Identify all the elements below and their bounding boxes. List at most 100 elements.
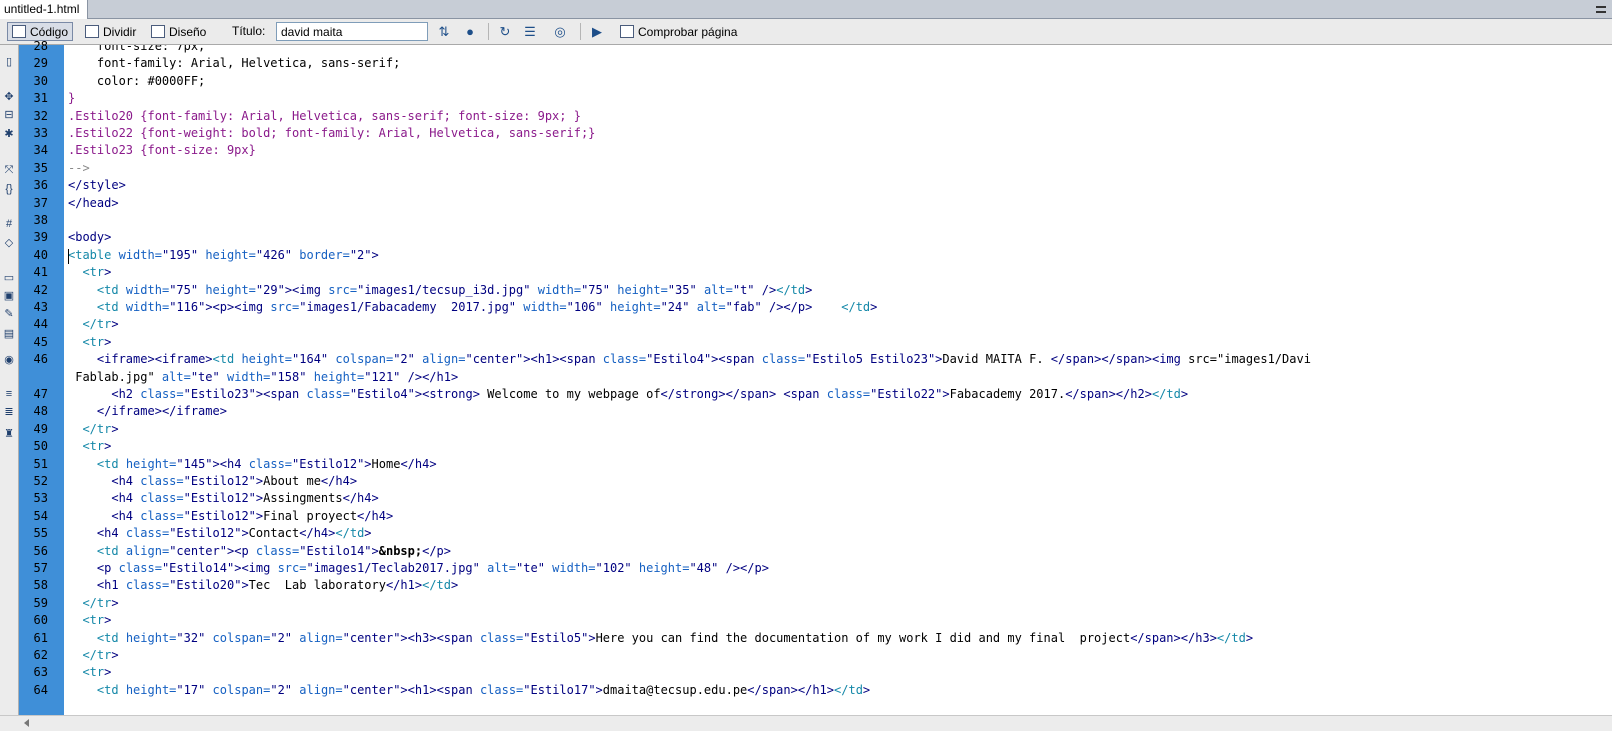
code-line[interactable]: } [68, 89, 75, 107]
indent-code-icon[interactable]: ≡ [2, 387, 16, 401]
view-options-icon[interactable]: ☰ [522, 24, 538, 40]
code-line[interactable]: <h4 class="Estilo12">About me</h4> [68, 472, 357, 490]
code-line[interactable]: <table width="195" height="426" border="… [68, 246, 379, 264]
code-line[interactable]: <td width="116"><p><img src="images1/Fab… [68, 298, 877, 316]
code-line[interactable]: <td width="75" height="29"><img src="ima… [68, 281, 812, 299]
code-line[interactable]: </tr> [68, 420, 118, 438]
line-number: 53 [33, 491, 48, 506]
line-number: 60 [33, 613, 48, 628]
collapse-full-tag-icon[interactable]: ✱ [2, 127, 16, 141]
remove-comment-icon[interactable]: ▣ [2, 289, 16, 303]
line-number: 58 [33, 578, 48, 593]
file-management-icon[interactable]: ⇅ [436, 24, 452, 40]
code-line[interactable]: <h4 class="Estilo12">Final proyect</h4> [68, 507, 393, 525]
code-line[interactable]: <tr> [68, 437, 111, 455]
code-line[interactable]: </tr> [68, 594, 118, 612]
expand-all-icon[interactable]: ✥ [2, 90, 16, 104]
visual-aids-icon[interactable]: ◎ [552, 24, 568, 40]
preview-in-browser-icon[interactable]: ● [462, 24, 478, 40]
code-line[interactable]: .Estilo20 {font-family: Arial, Helvetica… [68, 107, 581, 125]
split-view-icon [85, 25, 99, 38]
line-number: 51 [33, 456, 48, 471]
line-number: 32 [33, 108, 48, 123]
line-number: 37 [33, 195, 48, 210]
refresh-icon[interactable]: ↻ [497, 24, 513, 40]
code-line[interactable]: <tr> [68, 611, 111, 629]
outdent-code-icon[interactable]: ≣ [2, 405, 16, 419]
code-line[interactable]: <h4 class="Estilo12">Assingments</h4> [68, 489, 378, 507]
check-page-button[interactable]: Comprobar página [615, 22, 742, 41]
line-number: 52 [33, 474, 48, 488]
line-number: 45 [33, 334, 48, 349]
code-line[interactable]: <body> [68, 228, 111, 246]
code-line[interactable]: .Estilo23 {font-size: 9px} [68, 141, 256, 159]
collapse-selection-icon[interactable]: ⊟ [2, 108, 16, 122]
code-line[interactable]: <h2 class="Estilo23"><span class="Estilo… [68, 385, 1188, 403]
line-number: 28 [33, 39, 48, 53]
line-number: 55 [33, 526, 48, 541]
toolbar-divider [488, 23, 489, 40]
highlight-invalid-code-icon[interactable]: ◇ [2, 236, 16, 250]
code-line[interactable]: <iframe><iframe><td height="164" colspan… [68, 350, 1311, 368]
move-css-icon[interactable]: ◉ [2, 353, 16, 367]
line-number: 49 [33, 421, 48, 436]
code-editor[interactable]: font-size: 7px; font-family: Arial, Helv… [68, 45, 1612, 715]
code-line[interactable]: <tr> [68, 333, 111, 351]
horizontal-scrollbar[interactable] [0, 715, 1612, 731]
code-line[interactable]: <td align="center"><p class="Estilo14">&… [68, 542, 451, 560]
balance-braces-icon[interactable]: {} [2, 182, 16, 196]
design-view-button[interactable]: Diseño [146, 22, 211, 41]
line-number: 61 [33, 630, 48, 645]
line-number: 29 [33, 56, 48, 71]
wrap-tag-icon[interactable]: ✎ [2, 307, 16, 321]
apply-comment-icon[interactable]: ▭ [2, 271, 16, 285]
code-line[interactable]: <h1 class="Estilo20">Tec Lab laboratory<… [68, 576, 458, 594]
code-line[interactable]: .Estilo22 {font-weight: bold; font-famil… [68, 124, 595, 142]
code-line[interactable]: </head> [68, 194, 119, 212]
code-line[interactable]: font-family: Arial, Helvetica, sans-seri… [68, 54, 400, 72]
recent-snippets-icon[interactable]: ▤ [2, 327, 16, 341]
window-options-icon[interactable] [1596, 5, 1606, 15]
scroll-left-icon[interactable] [24, 719, 29, 727]
code-line[interactable]: <tr> [68, 663, 111, 681]
code-line[interactable]: <td height="145"><h4 class="Estilo12">Ho… [68, 455, 437, 473]
split-view-label: Dividir [103, 25, 137, 39]
code-line[interactable]: <td height="17" colspan="2" align="cente… [68, 681, 870, 699]
split-view-button[interactable]: Dividir [80, 22, 141, 41]
line-number: 31 [33, 91, 48, 106]
line-number: 59 [33, 595, 48, 610]
code-line[interactable]: </tr> [68, 646, 118, 664]
code-line[interactable]: <td height="32" colspan="2" align="cente… [68, 629, 1253, 647]
code-line[interactable]: </style> [68, 176, 126, 194]
line-number: 43 [33, 300, 48, 314]
toolbar-divider [580, 23, 581, 40]
code-line[interactable]: </tr> [68, 315, 118, 333]
format-source-icon[interactable]: ♜ [2, 427, 16, 441]
line-number: 44 [33, 317, 48, 332]
page-title-input[interactable] [276, 22, 428, 41]
line-number: 47 [33, 387, 48, 401]
line-number: 39 [33, 230, 48, 245]
code-line[interactable]: </iframe></iframe> [68, 402, 227, 420]
line-number [19, 368, 48, 386]
validate-markup-icon[interactable]: ▶ [589, 24, 605, 40]
design-view-label: Diseño [169, 25, 207, 39]
line-number: 62 [33, 648, 48, 662]
code-line[interactable]: --> [68, 159, 90, 177]
line-number: 63 [33, 665, 48, 680]
line-numbers-icon[interactable]: # [2, 217, 16, 231]
line-number: 50 [33, 439, 48, 454]
document-tab[interactable]: untitled-1.html [0, 0, 89, 19]
code-line[interactable]: Fablab.jpg" alt="te" width="158" height=… [68, 368, 458, 386]
code-line[interactable]: <tr> [68, 263, 111, 281]
line-number: 57 [33, 561, 48, 575]
open-documents-icon[interactable]: ▯ [2, 55, 16, 69]
select-parent-tag-icon[interactable]: ⤧ [2, 163, 16, 177]
code-line[interactable]: <p class="Estilo14"><img src="images1/Te… [68, 559, 769, 577]
code-line[interactable]: <h4 class="Estilo12">Contact</h4></td> [68, 524, 372, 542]
line-number: 42 [33, 282, 48, 297]
line-number: 56 [33, 543, 48, 558]
check-page-label: Comprobar página [638, 25, 738, 39]
code-line[interactable]: color: #0000FF; [68, 72, 205, 90]
line-number: 30 [33, 73, 48, 88]
